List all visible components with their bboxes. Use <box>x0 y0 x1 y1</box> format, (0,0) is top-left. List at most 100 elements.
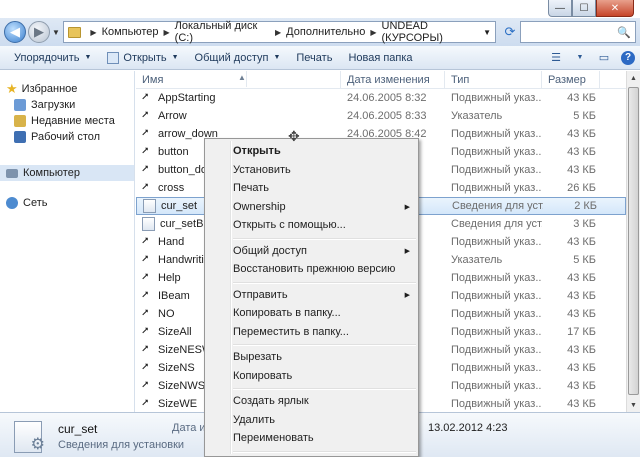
menu-item-label: Удалить <box>233 413 275 426</box>
setup-info-file-icon <box>143 199 156 213</box>
window-controls: — ☐ ✕ <box>548 0 634 18</box>
file-name: SizeAll <box>158 326 192 338</box>
chevron-down-icon: ▼ <box>171 54 179 61</box>
breadcrumb-local-disk[interactable]: Локальный диск (C:) <box>175 20 270 44</box>
menu-item[interactable]: Переместить в папку... <box>205 323 418 342</box>
maximize-button[interactable]: ☐ <box>572 0 596 17</box>
nav-favorites[interactable]: ★ Избранное <box>0 81 134 97</box>
back-button[interactable]: ◀ <box>4 21 26 43</box>
submenu-arrow-icon: ▶ <box>404 291 410 299</box>
share-button[interactable]: Общий доступ ▼ <box>187 48 289 68</box>
refresh-icon[interactable]: ⟳ <box>500 22 520 42</box>
file-type: Подвижный указ... <box>451 146 542 158</box>
open-label: Открыть <box>123 51 167 64</box>
view-options-icon[interactable]: ☰ <box>544 48 568 68</box>
menu-item[interactable]: Удалить <box>205 411 418 430</box>
column-date[interactable]: Дата изменения <box>341 71 445 89</box>
menu-item[interactable]: Отправить ▶ <box>205 286 418 305</box>
file-size: 5 КБ <box>573 110 596 122</box>
file-size: 43 КБ <box>567 272 596 284</box>
cursor-file-icon: ⭧ <box>142 254 149 265</box>
file-name-cell: ⭧ Arrow <box>136 110 341 122</box>
menu-separator <box>205 235 418 242</box>
file-size: 43 КБ <box>567 398 596 410</box>
breadcrumb-extra[interactable]: Дополнительно <box>286 26 365 38</box>
print-button[interactable]: Печать <box>288 48 340 68</box>
menu-item[interactable]: Открыть с помощью... <box>205 216 418 235</box>
history-dropdown-icon[interactable]: ▼ <box>52 28 60 37</box>
menu-separator <box>205 279 418 286</box>
breadcrumb-separator-icon[interactable]: ▶ <box>275 28 281 37</box>
preview-pane-icon[interactable]: ▭ <box>592 48 616 68</box>
star-icon: ★ <box>6 81 18 96</box>
cursor-file-icon: ⭧ <box>142 128 149 139</box>
minimize-button[interactable]: — <box>548 0 572 17</box>
file-type: Подвижный указ... <box>451 92 542 104</box>
menu-item-label: Переместить в папку... <box>233 325 349 338</box>
menu-item[interactable]: Копировать <box>205 367 418 386</box>
file-type: Подвижный указ... <box>451 380 542 392</box>
menu-item[interactable]: Вырезать <box>205 348 418 367</box>
open-button[interactable]: Открыть ▼ <box>99 48 186 68</box>
menu-item-label: Открыть с помощью... <box>233 219 346 232</box>
menu-item[interactable]: Копировать в папку... <box>205 304 418 323</box>
vertical-scrollbar[interactable]: ▲ ▼ <box>626 71 640 412</box>
breadcrumb-undead[interactable]: UNDEAD (КУРСОРЫ) <box>382 20 484 44</box>
menu-item-label: Создать ярлык <box>233 395 309 408</box>
forward-button[interactable]: ▶ <box>28 21 50 43</box>
menu-item-label: Восстановить прежнюю версию <box>233 263 396 276</box>
file-row[interactable]: ⭧ Arrow 24.06.2005 8:33 Указатель 5 КБ <box>136 107 626 125</box>
menu-item[interactable]: Установить <box>205 161 418 180</box>
nav-network[interactable]: Сеть <box>0 195 134 211</box>
menu-item[interactable]: Переименовать <box>205 429 418 448</box>
column-type[interactable]: Тип <box>445 71 542 89</box>
nav-downloads[interactable]: Загрузки <box>0 97 134 113</box>
menu-item[interactable]: Общий доступ ▶ <box>205 242 418 261</box>
cursor-file-icon: ⭧ <box>142 146 149 157</box>
file-size: 43 КБ <box>567 308 596 320</box>
file-size: 43 КБ <box>567 362 596 374</box>
breadcrumb-computer[interactable]: Компьютер <box>102 26 159 38</box>
help-icon: ? <box>621 50 635 65</box>
menu-item[interactable]: Создать ярлык <box>205 392 418 411</box>
column-size[interactable]: Размер <box>542 71 600 89</box>
nav-computer[interactable]: Компьютер <box>0 165 134 181</box>
menu-item[interactable]: Открыть <box>205 142 418 161</box>
menu-item-label: Открыть <box>233 145 281 158</box>
folder-icon <box>67 26 82 38</box>
new-folder-button[interactable]: Новая папка <box>340 48 420 68</box>
search-input[interactable]: 🔍 <box>520 21 636 43</box>
menu-item[interactable]: Ownership ▶ <box>205 198 418 217</box>
file-size: 43 КБ <box>567 92 596 104</box>
menu-item[interactable]: Восстановить прежнюю версию <box>205 260 418 279</box>
breadcrumb-separator-icon[interactable]: ▶ <box>164 28 170 37</box>
file-type: Указатель <box>451 254 503 266</box>
file-type: Сведения для уст... <box>452 200 543 212</box>
file-name: button <box>158 146 189 158</box>
breadcrumb-separator-icon[interactable]: ▶ <box>370 28 376 37</box>
file-date: 24.06.2005 8:33 <box>347 110 427 122</box>
close-button[interactable]: ✕ <box>596 0 634 17</box>
menu-item-label: Вырезать <box>233 351 282 364</box>
address-dropdown-icon[interactable]: ▼ <box>483 28 491 37</box>
search-icon: 🔍 <box>617 26 631 39</box>
print-label: Печать <box>296 51 333 64</box>
mouse-cursor-icon: ✥ <box>288 128 300 144</box>
organize-button[interactable]: Упорядочить ▼ <box>6 48 99 68</box>
breadcrumb-separator-icon[interactable]: ▶ <box>90 28 96 37</box>
scroll-up-icon[interactable]: ▲ <box>627 71 640 85</box>
file-name: NO <box>158 308 175 320</box>
menu-item[interactable]: Печать <box>205 179 418 198</box>
downloads-icon <box>14 99 26 111</box>
nav-recent[interactable]: Недавние места <box>0 113 134 129</box>
scroll-thumb[interactable] <box>628 87 639 395</box>
chevron-down-icon: ▼ <box>273 54 281 61</box>
file-type: Подвижный указ... <box>451 362 542 374</box>
help-button[interactable]: ? <box>616 48 640 68</box>
file-row[interactable]: ⭧ AppStarting 24.06.2005 8:32 Подвижный ука… <box>136 89 626 107</box>
view-dropdown-icon[interactable]: ▼ <box>568 48 592 68</box>
file-name: cross <box>158 182 185 194</box>
scroll-down-icon[interactable]: ▼ <box>627 398 640 412</box>
address-field[interactable]: ▶ Компьютер ▶ Локальный диск (C:) ▶ Допо… <box>62 20 496 44</box>
nav-desktop[interactable]: Рабочий стол <box>0 129 134 145</box>
